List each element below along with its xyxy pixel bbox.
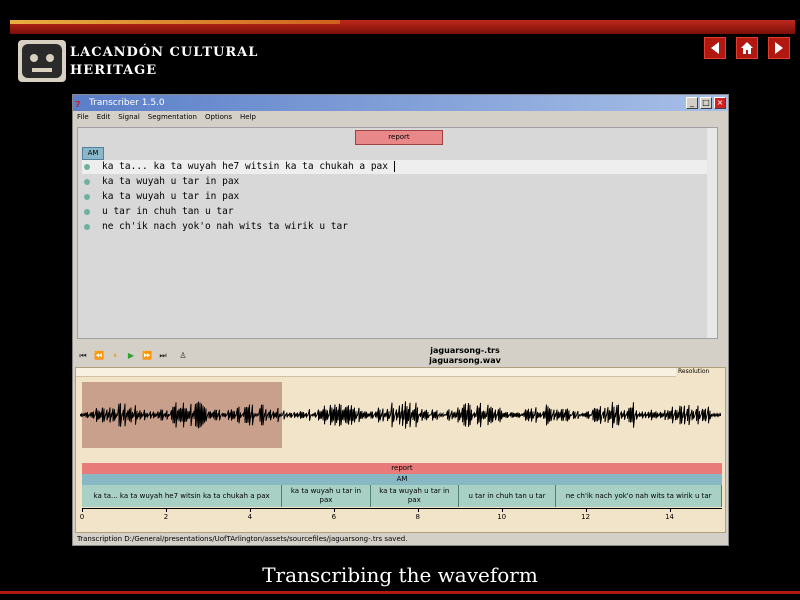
axis-tick-label: 8 [415,513,420,521]
axis-tick-label: 2 [163,513,169,521]
status-bar: Transcription D:/General/presentations/U… [77,535,408,543]
time-axis: 0 2 4 6 8 10 12 14 [79,508,722,528]
minimize-button[interactable]: _ [686,97,698,109]
segment-marker-icon [84,209,90,215]
wav-filename: jaguarsong.wav [429,356,501,365]
logo [18,40,66,82]
axis-line [82,508,722,509]
axis-tick [82,508,83,512]
next-slide-button[interactable] [768,37,790,59]
transcript-line[interactable]: ka ta... ka ta wuyah he7 witsin ka ta ch… [82,160,716,174]
transcript-text: ne ch'ik nach yok'o nah wits ta wirik u … [102,221,348,232]
transcript-line[interactable]: ka ta wuyah u tar in pax [82,175,716,189]
waveform[interactable] [80,382,722,448]
segment-block[interactable]: ka ta wuyah u tar in pax [282,485,371,507]
axis-tick [333,508,335,512]
transcript-text: u tar in chuh tan u tar [102,206,234,217]
axis-tick-label: 6 [331,513,337,521]
axis-tick-label: 0 [79,513,85,521]
brand-line-2: HERITAGE [70,63,158,78]
axis-tick [417,508,419,512]
trs-filename: jaguarsong-.trs [430,346,500,355]
segment-marker-icon [84,164,90,170]
signal-panel: Resolution report AM ka ta... ka ta wuya… [75,367,726,533]
speaker-button[interactable]: AM [82,147,104,160]
file-info: jaguarsong-.trs jaguarsong.wav [395,346,535,366]
brand-line-1: LACANDÓN CULTURAL [70,45,259,60]
axis-tick [501,508,503,512]
resolution-control[interactable]: Resolution [678,368,724,380]
resolution-label: Resolution [678,368,710,375]
close-button[interactable]: × [714,97,726,109]
left-arrow-icon [711,42,719,54]
transcript-line[interactable]: ka ta wuyah u tar in pax [82,190,716,204]
segment-track: ka ta... ka ta wuyah he7 witsin ka ta ch… [82,485,722,507]
speaker-track[interactable]: AM [82,474,722,485]
transcript-line[interactable]: ne ch'ik nach yok'o nah wits ta wirik u … [82,220,716,234]
right-arrow-icon [775,42,783,54]
menu-edit[interactable]: Edit [97,111,111,123]
menu-bar: File Edit Signal Segmentation Options He… [73,111,728,123]
app-icon: 7 [75,100,81,109]
axis-tick-label: 10 [497,513,507,521]
header-bar [10,20,795,34]
axis-tick [669,508,671,512]
forward-button[interactable]: ⏩ [141,350,153,362]
menu-segmentation[interactable]: Segmentation [148,111,197,123]
maximize-button[interactable]: □ [700,97,712,109]
axis-tick-label: 4 [247,513,253,521]
waveform-trace [80,401,721,429]
pause-button[interactable]: ⏸ [109,350,121,362]
axis-tick [585,508,587,512]
home-button[interactable] [736,37,758,59]
segment-marker-icon [84,224,90,230]
playback-controls: ⏮ ⏪ ⏸ ▶ ⏩ ⏭ ♙ jaguarsong-.trs jaguarsong… [75,346,725,366]
text-cursor [393,161,395,172]
brand-title: LACANDÓN CULTURAL HERITAGE [70,44,258,80]
transcript-text: ka ta wuyah u tar in pax [102,191,240,202]
axis-tick [249,508,251,512]
rewind-button[interactable]: ⏪ [93,350,105,362]
menu-options[interactable]: Options [205,111,232,123]
footer-bar [0,591,800,594]
transcript-text: ka ta wuyah u tar in pax [102,176,240,187]
go-end-button[interactable]: ⏭ [157,350,169,362]
axis-tick-label: 14 [665,513,674,521]
slide-caption: Transcribing the waveform [262,563,538,587]
transcriber-window: 7 Transcriber 1.5.0 _ □ × File Edit Sign… [72,94,729,546]
window-titlebar: 7 Transcriber 1.5.0 _ □ × [73,95,728,111]
play-button[interactable]: ▶ [125,350,137,362]
axis-tick [165,508,167,512]
segment-marker-icon [84,194,90,200]
prev-slide-button[interactable] [704,37,726,59]
segment-block[interactable]: ka ta... ka ta wuyah he7 witsin ka ta ch… [82,485,283,507]
editor-scrollbar[interactable] [707,128,717,338]
menu-signal[interactable]: Signal [118,111,140,123]
axis-tick-label: 12 [581,513,591,521]
segment-block[interactable]: ka ta wuyah u tar in pax [371,485,459,507]
signal-scrollbar[interactable] [76,368,676,377]
transcript-text: ka ta... ka ta wuyah he7 witsin ka ta ch… [102,161,388,172]
segment-block[interactable]: ne ch'ik nach yok'o nah wits ta wirik u … [556,485,722,507]
section-button[interactable]: report [355,130,443,145]
section-track[interactable]: report [82,463,722,474]
segment-block[interactable]: u tar in chuh tan u tar [459,485,557,507]
menu-help[interactable]: Help [240,111,256,123]
transcript-editor[interactable]: report AM ka ta... ka ta wuyah he7 witsi… [77,127,718,339]
window-title: Transcriber 1.5.0 [89,98,165,108]
transcript-line[interactable]: u tar in chuh tan u tar [82,205,716,219]
home-icon [741,42,753,54]
mixer-icon[interactable]: ♙ [177,350,189,362]
go-start-button[interactable]: ⏮ [77,350,89,362]
segment-marker-icon [84,179,90,185]
